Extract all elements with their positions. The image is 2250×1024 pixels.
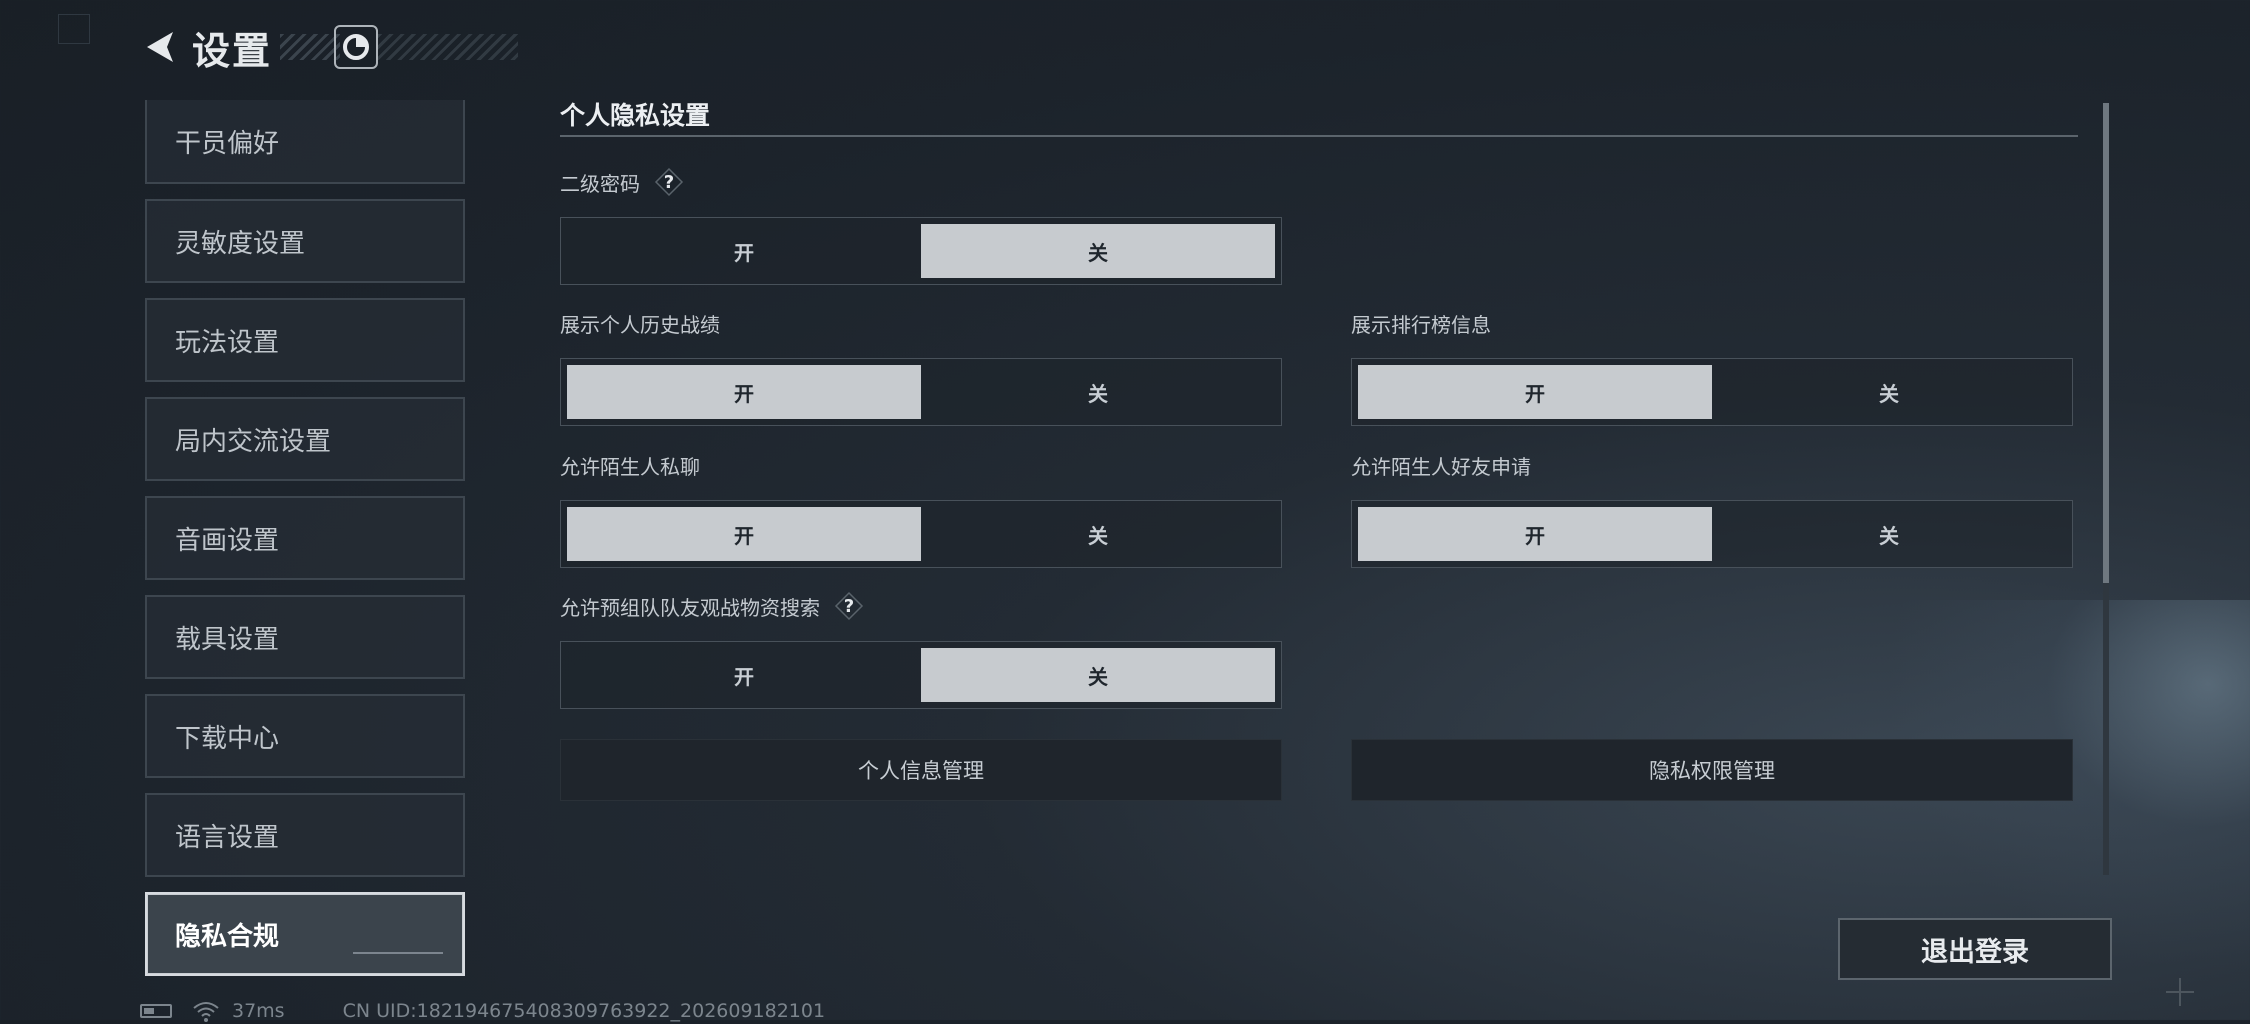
setting-label-spectate-search: 允许预组队队友观战物资搜索 ? xyxy=(560,591,864,621)
sidebar-item-label: 玩法设置 xyxy=(175,327,280,358)
privacy-settings-panel: 个人隐私设置 二级密码 ? 开 关 展示个人历史战绩 开 关 展示排行榜信息 开… xyxy=(560,95,2080,875)
sidebar-item-gameplay[interactable]: 玩法设置 xyxy=(145,298,465,382)
sidebar-item-label: 隐私合规 xyxy=(175,921,280,952)
toggle-stranger-friend-request: 开 关 xyxy=(1351,500,2073,568)
sidebar-item-label: 语言设置 xyxy=(175,822,280,853)
setting-label-text: 允许预组队队友观战物资搜索 xyxy=(560,595,820,620)
setting-label-leaderboard: 展示排行榜信息 xyxy=(1351,309,1491,338)
sidebar-item-label: 干员偏好 xyxy=(175,128,280,159)
sidebar-item-label: 灵敏度设置 xyxy=(175,228,306,259)
toggle-off-option[interactable]: 关 xyxy=(921,648,1275,702)
toggle-on-option[interactable]: 开 xyxy=(567,365,921,419)
toggle-show-history: 开 关 xyxy=(560,358,1282,426)
section-divider xyxy=(560,135,2078,137)
corner-mark xyxy=(58,14,90,44)
sidebar-item-ingame-chat[interactable]: 局内交流设置 xyxy=(145,397,465,481)
sidebar-item-label: 音画设置 xyxy=(175,525,280,556)
question-icon[interactable]: ? xyxy=(654,167,684,197)
brand-logo-icon xyxy=(334,25,379,69)
scrollbar-thumb[interactable] xyxy=(2103,103,2109,583)
sidebar-item-vehicle[interactable]: 载具设置 xyxy=(145,595,465,679)
personal-info-management-button[interactable]: 个人信息管理 xyxy=(560,739,1282,801)
setting-label-secondary-password: 二级密码 ? xyxy=(560,167,684,197)
section-title: 个人隐私设置 xyxy=(560,101,711,130)
toggle-on-option[interactable]: 开 xyxy=(567,224,921,278)
ping-value: 37ms xyxy=(232,1000,285,1022)
toggle-off-option[interactable]: 关 xyxy=(921,365,1275,419)
plus-corner-icon xyxy=(2162,974,2198,1010)
toggle-off-option[interactable]: 关 xyxy=(1712,365,2066,419)
toggle-off-option[interactable]: 关 xyxy=(1712,507,2066,561)
title-hatch-decoration xyxy=(280,34,341,60)
wifi-icon xyxy=(193,1002,219,1022)
toggle-on-option[interactable]: 开 xyxy=(567,507,921,561)
page-title: 设置 xyxy=(192,28,273,73)
toggle-off-option[interactable]: 关 xyxy=(921,224,1275,278)
sidebar-item-language[interactable]: 语言设置 xyxy=(145,793,465,877)
logout-button[interactable]: 退出登录 xyxy=(1838,918,2112,980)
sidebar-item-label: 下载中心 xyxy=(175,723,280,754)
sidebar-item-download[interactable]: 下载中心 xyxy=(145,694,465,778)
setting-label-text: 二级密码 xyxy=(560,171,640,196)
setting-label-text: 展示排行榜信息 xyxy=(1351,313,1491,337)
svg-text:?: ? xyxy=(664,172,674,193)
sidebar-item-label: 载具设置 xyxy=(175,624,280,655)
toggle-on-option[interactable]: 开 xyxy=(567,648,921,702)
toggle-off-option[interactable]: 关 xyxy=(921,507,1275,561)
setting-label-text: 展示个人历史战绩 xyxy=(560,313,720,337)
active-indicator xyxy=(353,952,443,954)
sidebar-item-audio-video[interactable]: 音画设置 xyxy=(145,496,465,580)
sidebar-item-operator-prefs[interactable]: 干员偏好 xyxy=(145,100,465,184)
top-bar: 设置 xyxy=(138,22,519,73)
logo-hatch-decoration xyxy=(378,34,519,60)
setting-label-text: 允许陌生人好友申请 xyxy=(1351,455,1531,479)
setting-label-text: 允许陌生人私聊 xyxy=(560,455,700,479)
toggle-on-option[interactable]: 开 xyxy=(1358,365,1712,419)
toggle-on-option[interactable]: 开 xyxy=(1358,507,1712,561)
back-arrow-icon[interactable] xyxy=(138,25,182,69)
setting-label-stranger-friend: 允许陌生人好友申请 xyxy=(1351,451,1531,480)
setting-label-history: 展示个人历史战绩 xyxy=(560,309,720,338)
status-bar: 37ms CN UID:1821946754083097639​22_20260… xyxy=(140,998,825,1024)
sidebar: 干员偏好 灵敏度设置 玩法设置 局内交流设置 音画设置 载具设置 下载中心 语言… xyxy=(145,100,465,991)
setting-label-stranger-chat: 允许陌生人私聊 xyxy=(560,451,700,480)
battery-icon xyxy=(140,1004,172,1018)
sidebar-item-sensitivity[interactable]: 灵敏度设置 xyxy=(145,199,465,283)
toggle-show-leaderboard: 开 关 xyxy=(1351,358,2073,426)
sidebar-item-privacy[interactable]: 隐私合规 xyxy=(145,892,465,976)
scrollbar[interactable] xyxy=(2103,103,2109,875)
question-icon[interactable]: ? xyxy=(834,591,864,621)
privacy-permission-management-button[interactable]: 隐私权限管理 xyxy=(1351,739,2073,801)
svg-text:?: ? xyxy=(844,596,854,617)
sidebar-item-label: 局内交流设置 xyxy=(175,426,332,457)
user-uid: CN UID:1821946754083097639​22_2026091821… xyxy=(342,1000,826,1022)
toggle-secondary-password: 开 关 xyxy=(560,217,1282,285)
toggle-spectate-search: 开 关 xyxy=(560,641,1282,709)
toggle-stranger-chat: 开 关 xyxy=(560,500,1282,568)
